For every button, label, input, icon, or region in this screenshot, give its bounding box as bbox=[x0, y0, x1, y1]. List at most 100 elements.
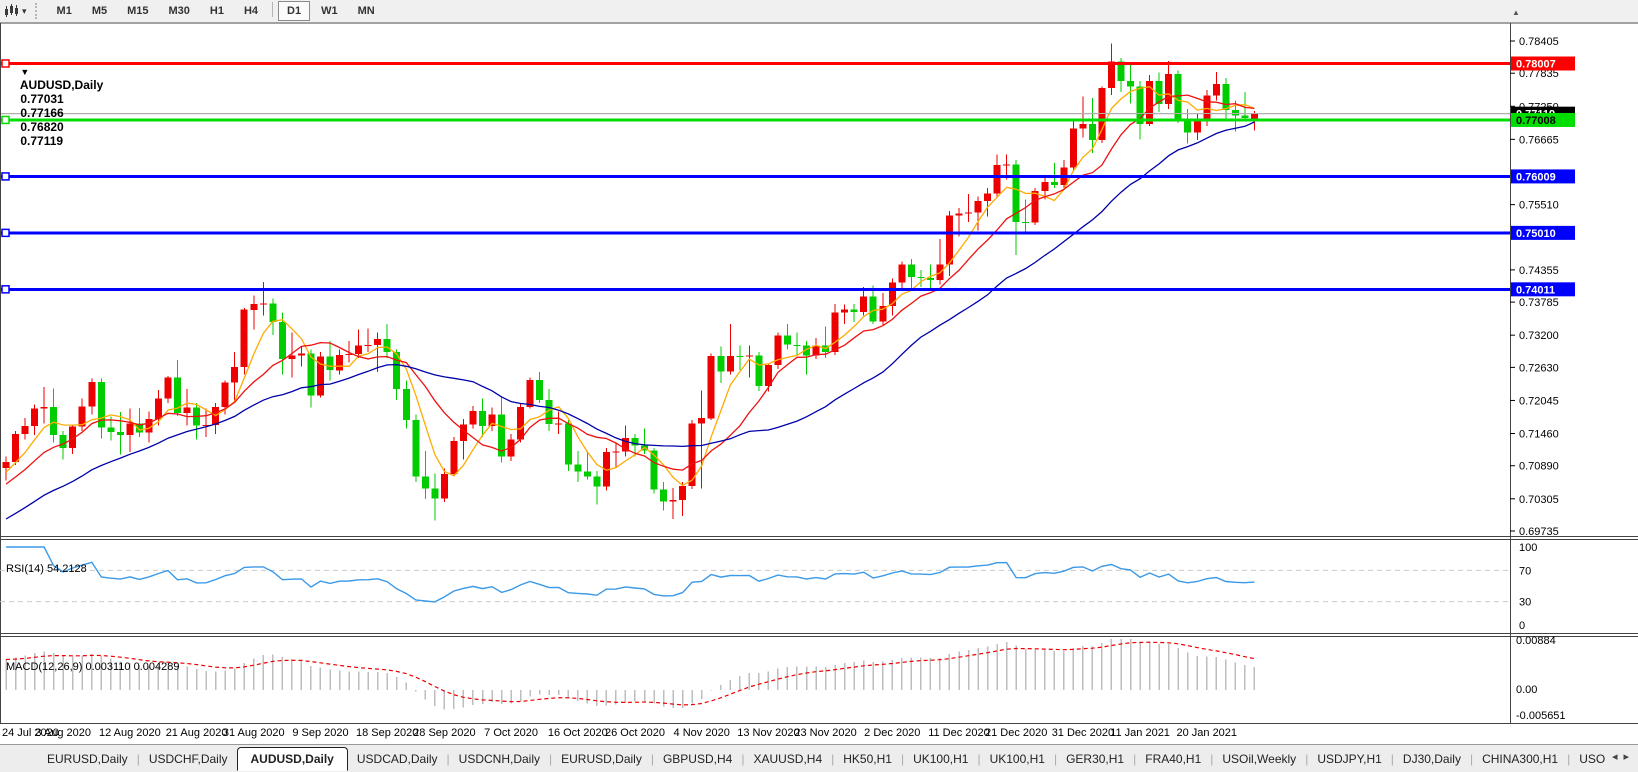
support-line-1-anchor[interactable] bbox=[2, 173, 9, 180]
chart-tab-fra40-h1[interactable]: FRA40,H1 bbox=[1136, 749, 1210, 769]
support-line-green-price-label: 0.77008 bbox=[1511, 113, 1575, 127]
date-axis: 24 Jul 20203 Aug 202012 Aug 202021 Aug 2… bbox=[2, 727, 1237, 739]
timeframe-button-m15[interactable]: M15 bbox=[118, 1, 157, 21]
timeframe-button-h1[interactable]: H1 bbox=[201, 1, 233, 21]
svg-text:0.73785: 0.73785 bbox=[1519, 297, 1559, 309]
chart-tab-ger30-h1[interactable]: GER30,H1 bbox=[1057, 749, 1133, 769]
svg-text:0.75010: 0.75010 bbox=[1516, 228, 1556, 240]
open-value: 0.77031 bbox=[20, 92, 63, 106]
chevron-down-icon: ▾ bbox=[22, 6, 27, 17]
svg-text:0.70305: 0.70305 bbox=[1519, 494, 1559, 506]
candles bbox=[3, 44, 1258, 521]
timeframe-button-m1[interactable]: M1 bbox=[48, 1, 81, 21]
date-label: 31 Dec 2020 bbox=[1052, 727, 1114, 739]
svg-text:0.70890: 0.70890 bbox=[1519, 461, 1559, 473]
macd-scale-label: -0.005651 bbox=[1516, 710, 1566, 722]
date-label: 3 Aug 2020 bbox=[35, 727, 91, 739]
chart-tab-gbpusd-h4[interactable]: GBPUSD,H4 bbox=[654, 749, 741, 769]
chart-tab-dj30-daily[interactable]: DJ30,Daily bbox=[1394, 749, 1470, 769]
support-line-1-price-label: 0.76009 bbox=[1511, 169, 1575, 183]
svg-text:0.75510: 0.75510 bbox=[1519, 200, 1559, 212]
chart-type-icon[interactable]: ▾ bbox=[0, 1, 31, 21]
svg-text:0.74011: 0.74011 bbox=[1516, 284, 1555, 296]
svg-text:0.71460: 0.71460 bbox=[1519, 429, 1559, 441]
chart-window: 0.784050.778350.772500.766650.755100.743… bbox=[0, 22, 1638, 744]
rsi-scale-label: 70 bbox=[1519, 565, 1531, 577]
support-line-3-anchor[interactable] bbox=[2, 286, 9, 293]
rsi-scale-label: 100 bbox=[1519, 542, 1537, 554]
collapse-icon[interactable]: ▼ bbox=[20, 67, 29, 77]
chart-tab-eurusd-daily[interactable]: EURUSD,Daily bbox=[38, 749, 137, 769]
date-label: 28 Sep 2020 bbox=[413, 727, 475, 739]
chart-tab-usdcad-daily[interactable]: USDCAD,Daily bbox=[348, 749, 447, 769]
chart-tab-usdcnh-daily[interactable]: USDCNH,Daily bbox=[450, 749, 549, 769]
date-label: 23 Nov 2020 bbox=[794, 727, 856, 739]
svg-text:0.76665: 0.76665 bbox=[1519, 134, 1559, 146]
svg-text:0.72045: 0.72045 bbox=[1519, 395, 1559, 407]
date-label: 18 Sep 2020 bbox=[356, 727, 418, 739]
date-label: 2 Dec 2020 bbox=[864, 727, 920, 739]
timeframe-button-w1[interactable]: W1 bbox=[312, 1, 347, 21]
rsi-indicator-label: RSI(14) 54.2128 bbox=[6, 563, 87, 575]
date-label: 11 Jan 2021 bbox=[1110, 727, 1170, 739]
date-label: 4 Nov 2020 bbox=[674, 727, 730, 739]
date-label: 20 Jan 2021 bbox=[1176, 727, 1237, 739]
date-label: 31 Aug 2020 bbox=[223, 727, 285, 739]
candlestick-chart-icon bbox=[4, 4, 20, 18]
timeframe-button-h4[interactable]: H4 bbox=[235, 1, 267, 21]
chart-tabs-bar: EURUSD,Daily|USDCHF,DailyAUDUSD,DailyUSD… bbox=[0, 744, 1638, 772]
svg-text:0.74355: 0.74355 bbox=[1519, 265, 1559, 277]
chart-tab-uk100-h1[interactable]: UK100,H1 bbox=[981, 749, 1054, 769]
toolbar: ▾ M1M5M15M30H1H4 D1W1MN ▲ bbox=[0, 0, 1638, 23]
svg-text:0.76009: 0.76009 bbox=[1516, 171, 1556, 183]
close-value: 0.77119 bbox=[20, 134, 63, 148]
date-label: 7 Oct 2020 bbox=[484, 727, 538, 739]
resistance-line-price-label: 0.78007 bbox=[1511, 56, 1575, 70]
low-value: 0.76820 bbox=[20, 120, 63, 134]
timeframe-button-mn[interactable]: MN bbox=[349, 1, 384, 21]
scroll-tabs-left-icon[interactable]: ◂ bbox=[1612, 751, 1618, 763]
macd-scale-label: 0.00884 bbox=[1516, 635, 1556, 647]
timeframe-button-m5[interactable]: M5 bbox=[83, 1, 116, 21]
chart-tab-usdchf-daily[interactable]: USDCHF,Daily bbox=[140, 749, 237, 769]
tab-scroll-arrows: ◂▸ bbox=[1605, 748, 1636, 765]
support-line-2-anchor[interactable] bbox=[2, 229, 9, 236]
rsi-line bbox=[6, 547, 1254, 602]
chart-plot-area[interactable]: 0.784050.778350.772500.766650.755100.743… bbox=[0, 22, 1638, 744]
macd-signal-line bbox=[6, 642, 1254, 705]
rsi-scale-label: 30 bbox=[1519, 597, 1531, 609]
svg-text:0.72630: 0.72630 bbox=[1519, 362, 1559, 374]
chart-tab-usdjpy-h1[interactable]: USDJPY,H1 bbox=[1308, 749, 1390, 769]
macd-indicator-label: MACD(12,26,9) 0.003110 0.004289 bbox=[6, 661, 179, 673]
macd-scale-label: 0.00 bbox=[1516, 684, 1537, 696]
date-label: 21 Aug 2020 bbox=[166, 727, 228, 739]
chart-tab-usoil-weekly[interactable]: USOil,Weekly bbox=[1213, 749, 1305, 769]
chart-tab-uk100-h1[interactable]: UK100,H1 bbox=[904, 749, 977, 769]
rsi-scale-label: 0 bbox=[1519, 620, 1525, 632]
ma-fast-orange bbox=[6, 87, 1254, 486]
svg-text:0.78405: 0.78405 bbox=[1519, 36, 1559, 48]
support-line-2-price-label: 0.75010 bbox=[1511, 226, 1575, 240]
high-value: 0.77166 bbox=[20, 106, 63, 120]
macd-histogram bbox=[6, 639, 1254, 709]
timeframe-button-d1[interactable]: D1 bbox=[278, 1, 310, 21]
support-line-3-price-label: 0.74011 bbox=[1511, 282, 1575, 296]
date-label: 13 Nov 2020 bbox=[737, 727, 799, 739]
chart-tab-xauusd-h4[interactable]: XAUUSD,H4 bbox=[744, 749, 831, 769]
date-label: 12 Aug 2020 bbox=[99, 727, 161, 739]
date-label: 16 Oct 2020 bbox=[548, 727, 608, 739]
date-label: 26 Oct 2020 bbox=[605, 727, 665, 739]
chart-tab-china300-h1[interactable]: CHINA300,H1 bbox=[1473, 749, 1567, 769]
timeframe-button-m30[interactable]: M30 bbox=[160, 1, 199, 21]
chart-tab-eurusd-daily[interactable]: EURUSD,Daily bbox=[552, 749, 651, 769]
svg-text:0.78007: 0.78007 bbox=[1516, 58, 1556, 70]
chart-tab-audusd-daily[interactable]: AUDUSD,Daily bbox=[237, 747, 348, 771]
date-label: 9 Sep 2020 bbox=[292, 727, 348, 739]
chart-tab-hk50-h1[interactable]: HK50,H1 bbox=[834, 749, 901, 769]
svg-text:0.69735: 0.69735 bbox=[1519, 526, 1559, 538]
scale-scroll-up-icon[interactable]: ▲ bbox=[1512, 8, 1520, 17]
toolbar-grip[interactable] bbox=[35, 3, 40, 19]
date-label: 11 Dec 2020 bbox=[928, 727, 990, 739]
scroll-tabs-right-icon[interactable]: ▸ bbox=[1623, 751, 1629, 763]
symbol-period-label: AUDUSD,Daily bbox=[20, 78, 103, 92]
